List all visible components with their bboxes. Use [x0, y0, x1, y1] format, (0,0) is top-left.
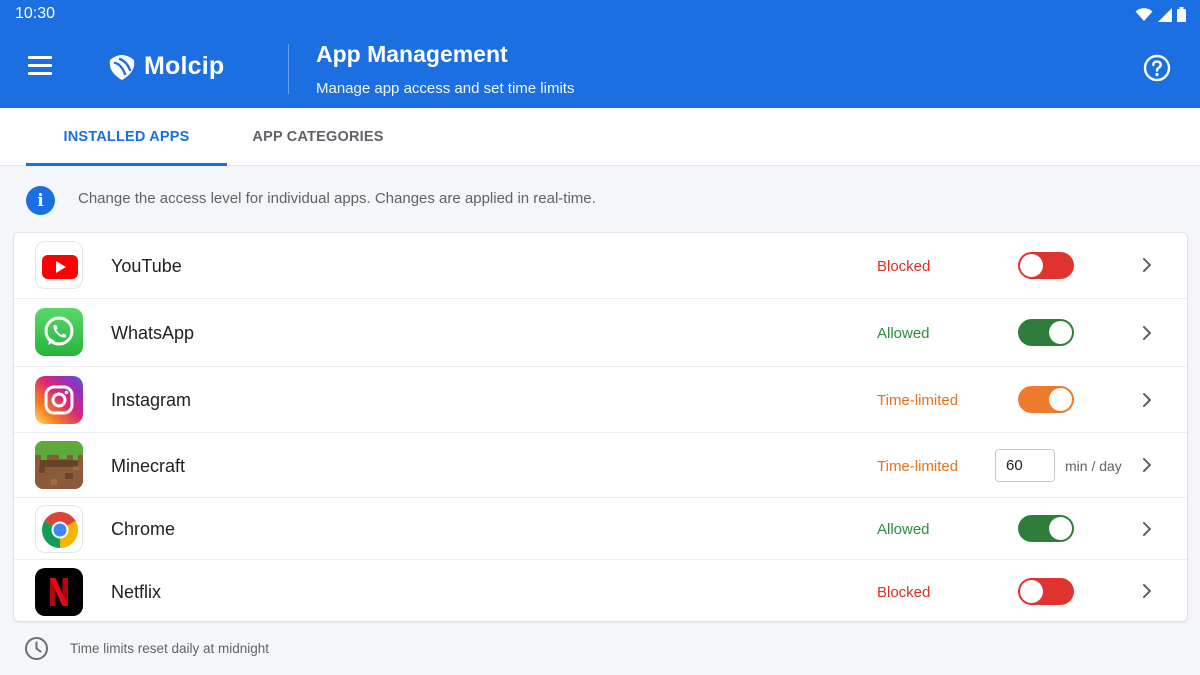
- app-status: Allowed: [877, 521, 930, 538]
- chevron-right-icon[interactable]: [1139, 583, 1155, 599]
- access-toggle[interactable]: [1018, 515, 1074, 542]
- app-name: Chrome: [111, 519, 176, 539]
- access-toggle[interactable]: [1018, 252, 1074, 279]
- app-status: Blocked: [877, 584, 931, 601]
- tab-app-categories[interactable]: APP CATEGORIES: [236, 108, 400, 166]
- chevron-right-icon[interactable]: [1139, 257, 1155, 273]
- wifi-icon: [1135, 8, 1153, 21]
- youtube-icon: [35, 241, 83, 289]
- tab-bar: INSTALLED APPS APP CATEGORIES: [0, 108, 1200, 166]
- logo: Molcip: [106, 50, 224, 82]
- battery-icon: [1177, 7, 1186, 22]
- info-banner: i Change the access level for individual…: [0, 166, 1200, 232]
- app-row-youtube[interactable]: YouTube Blocked: [14, 233, 1187, 299]
- footer-note: Time limits reset daily at midnight: [0, 622, 1200, 675]
- header-divider: [288, 44, 289, 94]
- instagram-icon: [35, 376, 83, 424]
- app-name: Minecraft: [111, 456, 186, 476]
- netflix-icon: [35, 568, 83, 616]
- tab-installed-apps[interactable]: INSTALLED APPS: [26, 108, 227, 166]
- molcip-logo-icon: [109, 55, 135, 80]
- chevron-right-icon[interactable]: [1139, 457, 1155, 473]
- access-toggle[interactable]: [1018, 386, 1074, 413]
- minecraft-icon: [35, 441, 83, 489]
- page-title: App Management: [316, 41, 508, 67]
- app-row-minecraft[interactable]: Minecraft Time-limited min / day: [14, 433, 1187, 498]
- info-icon: i: [26, 186, 55, 215]
- app-status: Allowed: [877, 325, 930, 342]
- chevron-right-icon[interactable]: [1139, 392, 1155, 408]
- status-bar: 10:30: [0, 0, 1200, 30]
- app-status: Time-limited: [877, 392, 959, 409]
- app-name: Netflix: [111, 582, 162, 602]
- help-icon[interactable]: [1143, 54, 1171, 82]
- app-row-netflix[interactable]: Netflix Blocked: [14, 560, 1187, 621]
- page-subtitle: Manage app access and set time limits: [316, 80, 575, 97]
- app-row-chrome[interactable]: Chrome Allowed: [14, 498, 1187, 560]
- time-limit-unit: min / day: [1065, 458, 1122, 474]
- clock-icon: [25, 637, 48, 660]
- app-status: Blocked: [877, 258, 931, 275]
- app-name: YouTube: [111, 256, 182, 276]
- signal-icon: [1158, 7, 1172, 22]
- status-icons: [1135, 7, 1186, 22]
- footer-text: Time limits reset daily at midnight: [70, 641, 270, 656]
- chevron-right-icon[interactable]: [1139, 325, 1155, 341]
- info-text: Change the access level for individual a…: [78, 190, 596, 207]
- access-toggle[interactable]: [1018, 578, 1074, 605]
- chrome-icon: [35, 505, 83, 553]
- app-row-whatsapp[interactable]: WhatsApp Allowed: [14, 299, 1187, 367]
- app-list: YouTube Blocked WhatsApp Allowed Instagr…: [13, 232, 1188, 622]
- whatsapp-icon: [35, 308, 83, 356]
- access-toggle[interactable]: [1018, 319, 1074, 346]
- status-time: 10:30: [15, 5, 56, 22]
- app-name: Instagram: [111, 390, 192, 410]
- logo-text: Molcip: [144, 51, 225, 80]
- time-limit-input[interactable]: [995, 449, 1055, 482]
- app-status: Time-limited: [877, 458, 959, 475]
- chevron-right-icon[interactable]: [1139, 521, 1155, 537]
- app-bar: 10:30 Molcip App Management Manage app a…: [0, 0, 1200, 108]
- app-name: WhatsApp: [111, 323, 195, 343]
- app-row-instagram[interactable]: Instagram Time-limited: [14, 367, 1187, 433]
- menu-icon[interactable]: [28, 56, 54, 80]
